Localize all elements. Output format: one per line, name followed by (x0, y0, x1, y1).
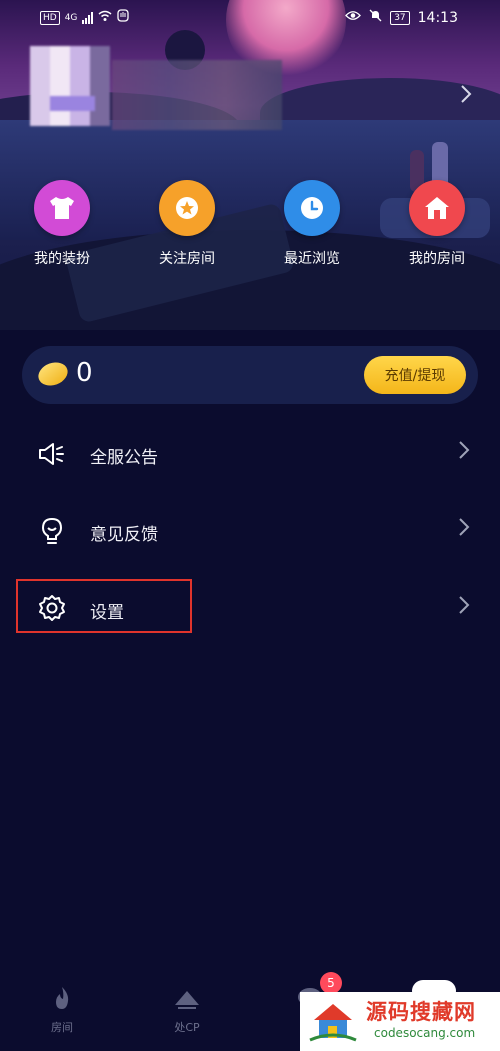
chevron-right-icon (458, 593, 470, 621)
quick-action-label: 关注房间 (159, 251, 215, 267)
tab-cp[interactable]: 处CP (147, 985, 227, 1035)
menu-item-label: 全服公告 (90, 448, 158, 468)
house-logo-icon (308, 1000, 358, 1042)
coin-balance-card: 0 充值/提现 (22, 346, 478, 404)
clock-time: 14:13 (417, 9, 458, 26)
notification-badge: 5 (320, 972, 342, 994)
recharge-withdraw-button[interactable]: 充值/提现 (364, 356, 466, 394)
quick-action-label: 我的装扮 (34, 251, 90, 267)
coin-balance: 0 (76, 358, 93, 388)
hand-icon (117, 9, 130, 26)
quick-action-my-room[interactable]: 我的房间 (387, 180, 487, 268)
coin-icon (35, 358, 71, 390)
megaphone-icon (36, 438, 68, 470)
status-left: HD 4G (40, 9, 130, 26)
tab-label: 房间 (51, 1021, 73, 1034)
menu-item-announcement[interactable]: 全服公告 (0, 424, 500, 484)
watermark: 源码搜藏网 codesocang.com (300, 992, 500, 1051)
username-blurred[interactable] (112, 60, 282, 130)
tab-label: 处CP (174, 1021, 200, 1034)
menu-item-label: 意见反馈 (90, 525, 158, 545)
tab-rooms[interactable]: 房间 (22, 985, 102, 1035)
settings-highlight-box (16, 579, 192, 633)
chevron-right-icon[interactable] (460, 84, 472, 110)
quick-action-outfit[interactable]: 我的装扮 (12, 180, 112, 268)
flame-icon (47, 985, 77, 1011)
chevron-right-icon (458, 438, 470, 466)
clock-icon (284, 180, 340, 236)
network-type: 4G (64, 12, 78, 23)
lightbulb-icon (36, 515, 68, 547)
wifi-icon (98, 10, 112, 26)
status-right: 37 14:13 (345, 9, 458, 26)
menu-item-feedback[interactable]: 意见反馈 (0, 501, 500, 561)
quick-action-recent[interactable]: 最近浏览 (262, 180, 362, 268)
quick-action-followed-rooms[interactable]: 关注房间 (137, 180, 237, 268)
mute-bell-icon (369, 9, 382, 26)
watermark-title: 源码搜藏网 (366, 1000, 476, 1024)
chevron-right-icon (458, 515, 470, 543)
star-icon (159, 180, 215, 236)
tshirt-icon (34, 180, 90, 236)
home-icon (409, 180, 465, 236)
battery-icon: 37 (390, 10, 410, 25)
quick-actions: 我的装扮 关注房间 最近浏览 我的房间 (0, 180, 500, 270)
quick-action-label: 最近浏览 (284, 251, 340, 267)
mountain-icon (172, 985, 202, 1011)
status-bar: HD 4G 37 14:13 (0, 0, 500, 36)
watermark-url: codesocang.com (374, 1026, 476, 1040)
quick-action-label: 我的房间 (409, 251, 465, 267)
avatar[interactable] (30, 46, 110, 126)
eye-icon (345, 10, 362, 25)
signal-icon (82, 11, 94, 24)
hd-indicator: HD (40, 10, 60, 25)
